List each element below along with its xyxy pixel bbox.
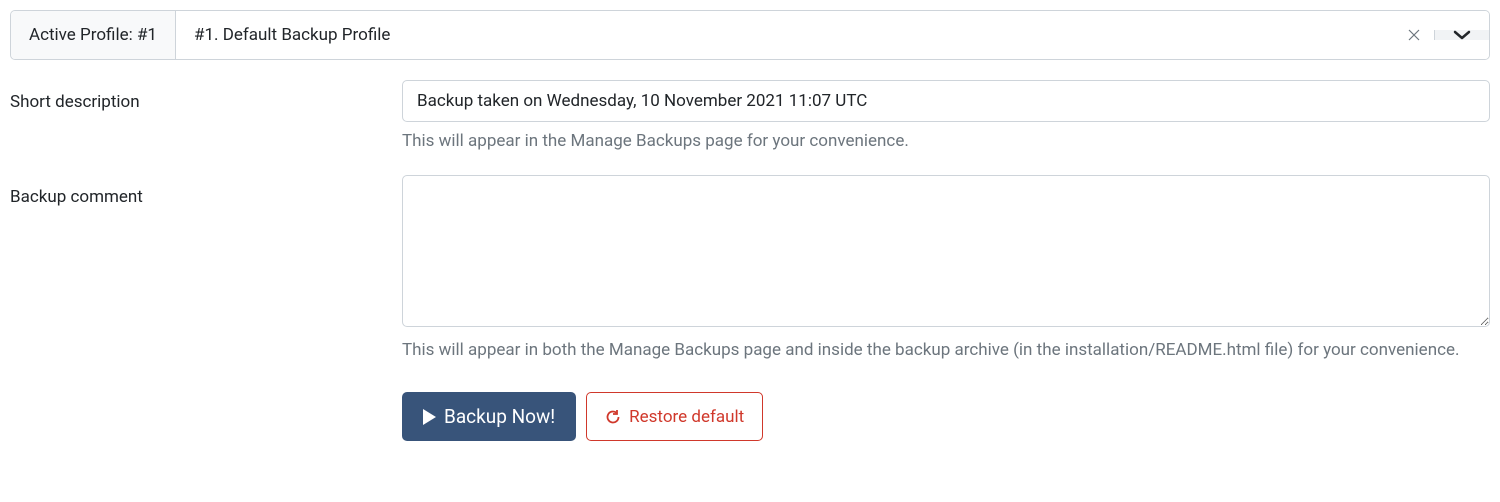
- profile-select[interactable]: #1. Default Backup Profile: [176, 11, 1489, 59]
- short-description-row: Short description This will appear in th…: [10, 80, 1490, 155]
- restore-default-label: Restore default: [629, 407, 744, 427]
- button-row: Backup Now! Restore default: [402, 392, 1490, 441]
- backup-comment-textarea[interactable]: [402, 175, 1490, 327]
- restore-default-button[interactable]: Restore default: [586, 392, 763, 441]
- clear-icon[interactable]: [1394, 29, 1434, 41]
- short-description-input[interactable]: [402, 80, 1490, 122]
- short-description-help: This will appear in the Manage Backups p…: [402, 128, 1490, 155]
- backup-comment-help: This will appear in both the Manage Back…: [402, 337, 1490, 364]
- backup-comment-label: Backup comment: [10, 175, 402, 364]
- play-icon: [423, 409, 436, 425]
- backup-now-button[interactable]: Backup Now!: [402, 392, 576, 441]
- profile-selected-text: #1. Default Backup Profile: [176, 11, 1394, 59]
- active-profile-label: Active Profile: #1: [11, 11, 176, 59]
- refresh-icon: [605, 409, 621, 425]
- backup-now-label: Backup Now!: [444, 405, 555, 428]
- chevron-down-icon[interactable]: [1434, 30, 1489, 40]
- short-description-label: Short description: [10, 80, 402, 155]
- backup-comment-row: Backup comment This will appear in both …: [10, 175, 1490, 364]
- active-profile-row: Active Profile: #1 #1. Default Backup Pr…: [10, 10, 1490, 60]
